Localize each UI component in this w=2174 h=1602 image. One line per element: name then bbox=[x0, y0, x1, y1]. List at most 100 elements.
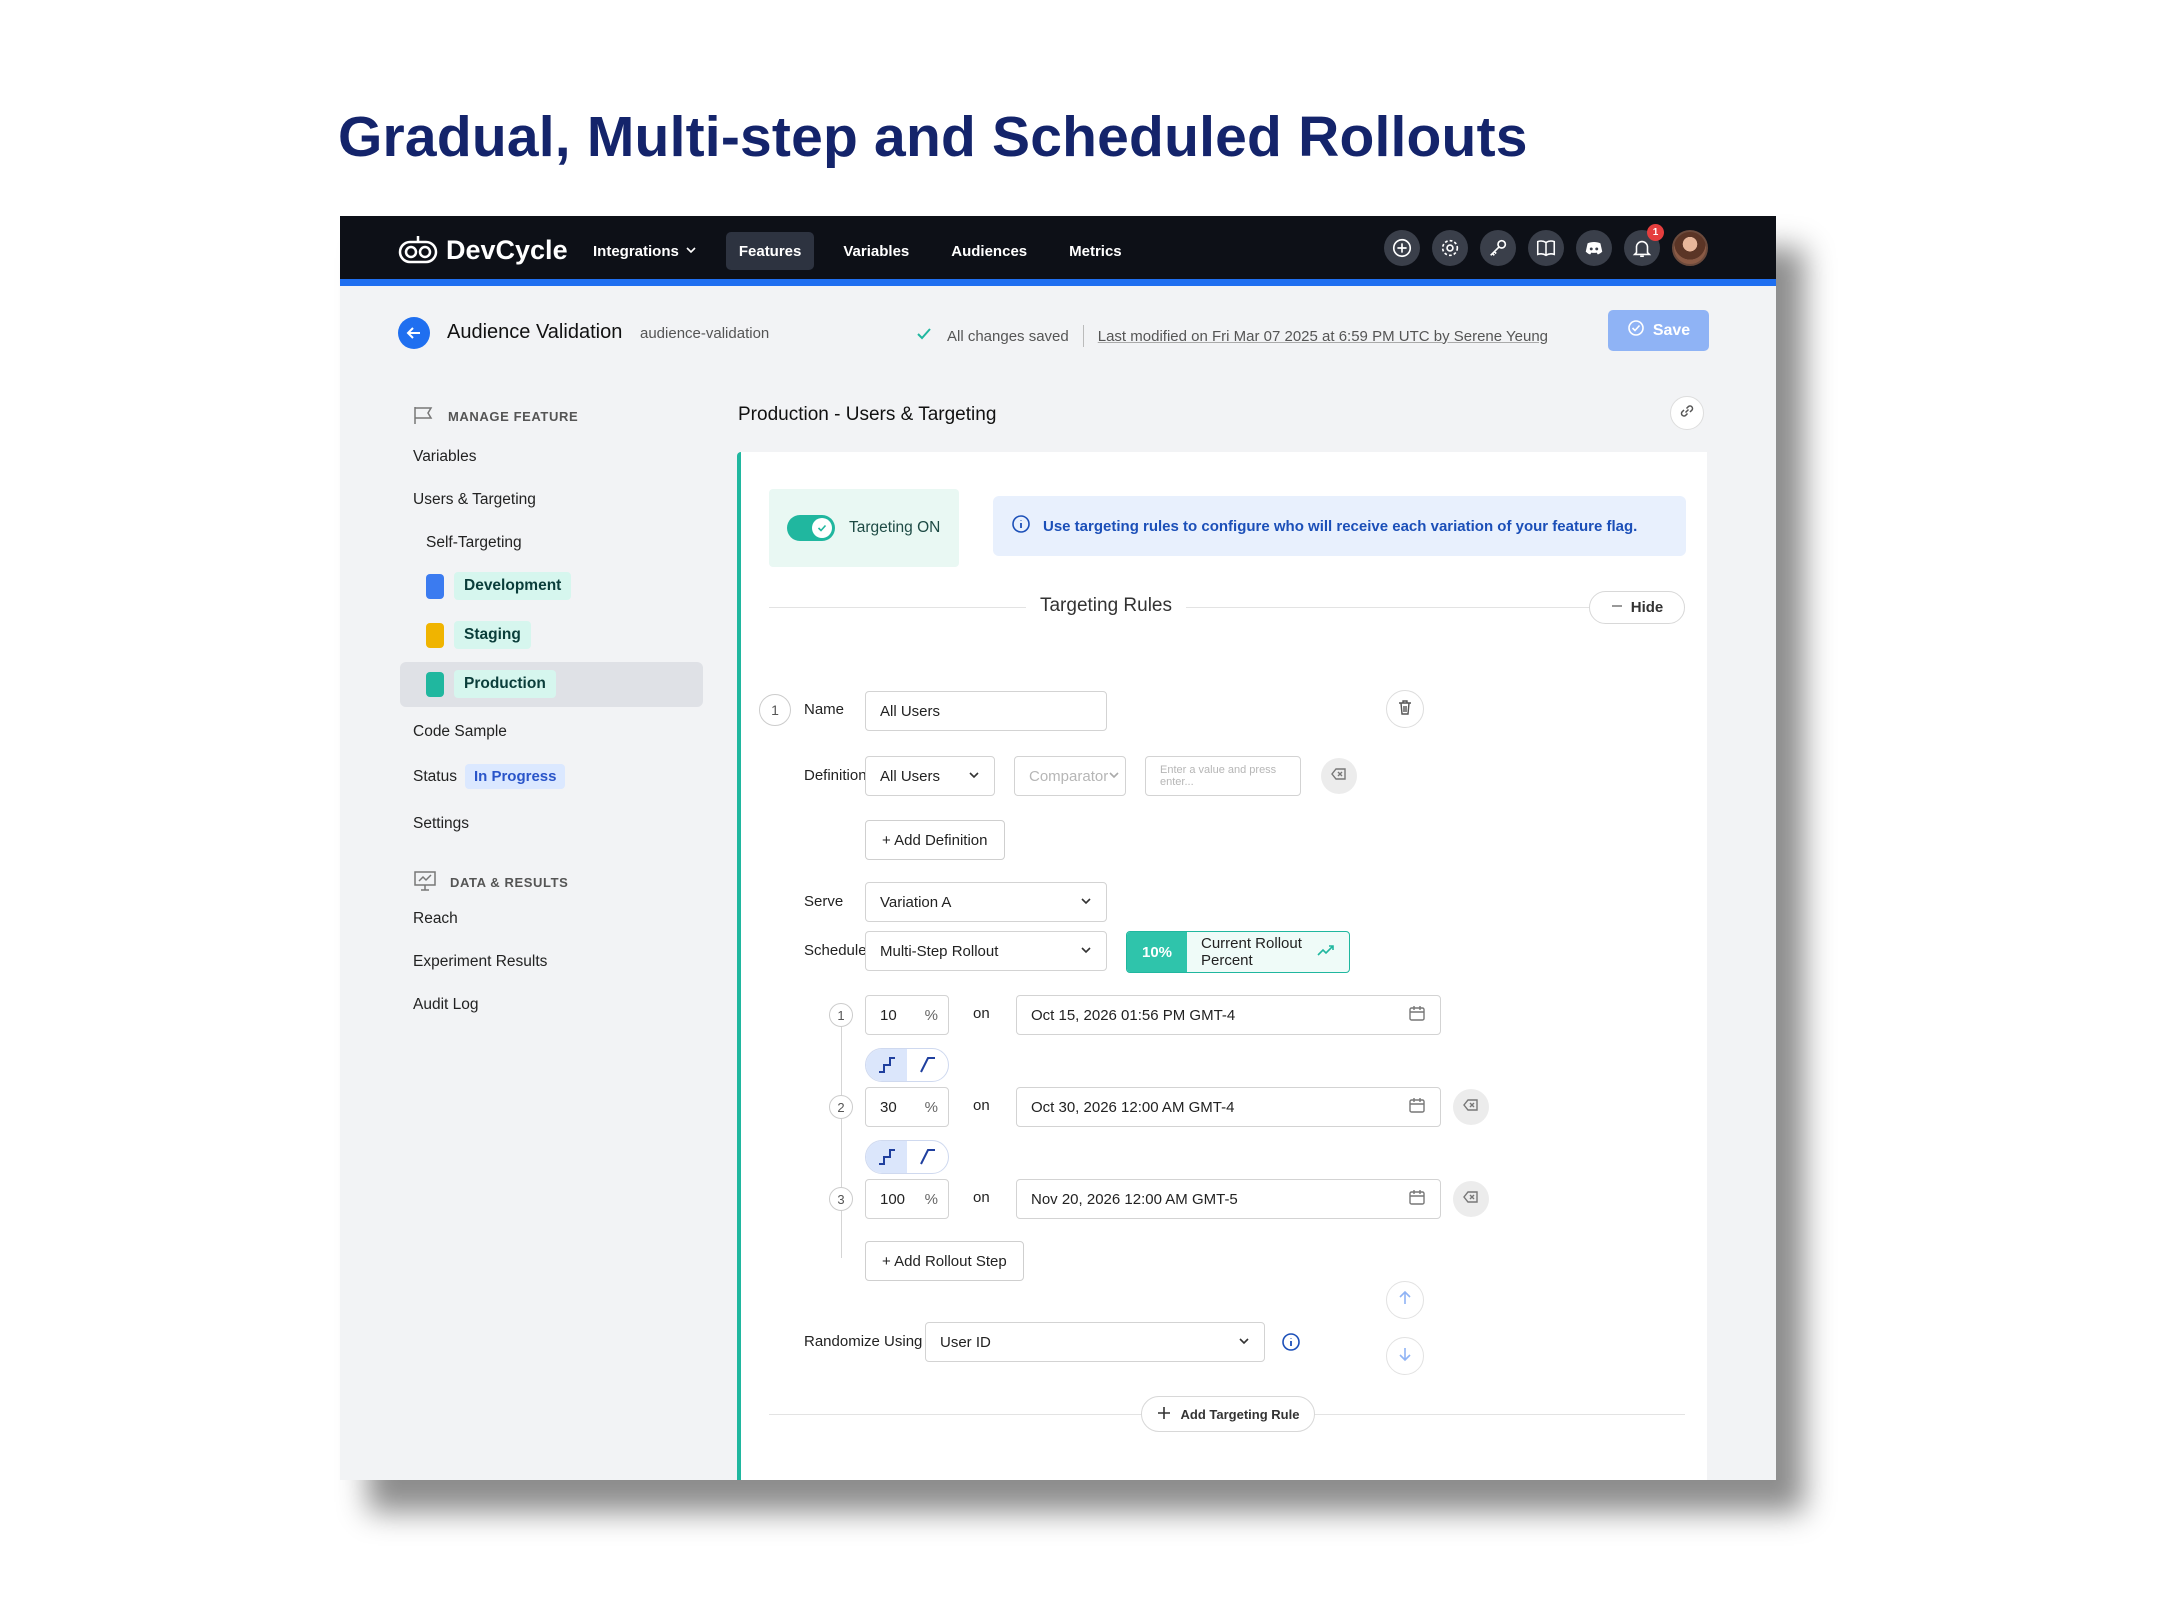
step-percent-value: 30 bbox=[880, 1098, 897, 1116]
plus-icon bbox=[1157, 1406, 1171, 1423]
remove-step-button[interactable] bbox=[1453, 1089, 1489, 1125]
plus-circle-icon[interactable] bbox=[1384, 230, 1420, 266]
step-transition-toggle[interactable] bbox=[865, 1048, 949, 1082]
targeting-rules-heading-text: Targeting Rules bbox=[1025, 595, 1187, 616]
current-rollout-percent: 10% Current Rollout Percent bbox=[1126, 931, 1350, 973]
linear-transition-icon[interactable] bbox=[907, 1049, 948, 1081]
randomize-using-select[interactable]: User ID bbox=[925, 1322, 1265, 1362]
discord-icon[interactable] bbox=[1576, 230, 1612, 266]
nav-integrations-label: Integrations bbox=[593, 242, 679, 260]
sidebar-item-experiment-results[interactable]: Experiment Results bbox=[413, 953, 547, 971]
move-rule-up-button[interactable] bbox=[1386, 1281, 1424, 1319]
sidebar-item-staging[interactable]: Staging bbox=[426, 621, 531, 649]
sidebar-item-users-targeting[interactable]: Users & Targeting bbox=[413, 491, 536, 509]
nav-metrics[interactable]: Metrics bbox=[1056, 232, 1135, 270]
sidebar-item-production[interactable]: Production bbox=[426, 670, 556, 698]
top-icons: 1 bbox=[1384, 224, 1708, 266]
clear-definition-button[interactable] bbox=[1321, 758, 1357, 794]
feature-key: audience-validation bbox=[640, 325, 770, 342]
sidebar-item-reach[interactable]: Reach bbox=[413, 910, 458, 928]
sidebar-item-self-targeting[interactable]: Self-Targeting bbox=[426, 534, 522, 552]
gear-icon[interactable] bbox=[1432, 230, 1468, 266]
targeting-toggle[interactable] bbox=[787, 515, 835, 541]
serve-select[interactable]: Variation A bbox=[865, 882, 1107, 922]
flag-icon bbox=[412, 405, 436, 428]
step-date-input[interactable]: Nov 20, 2026 12:00 AM GMT-5 bbox=[1016, 1179, 1441, 1219]
remove-step-button[interactable] bbox=[1453, 1181, 1489, 1217]
back-button[interactable] bbox=[398, 317, 430, 349]
rule-number: 1 bbox=[759, 694, 791, 726]
step-percent-input[interactable]: 100% bbox=[865, 1179, 949, 1219]
backspace-icon bbox=[1462, 1096, 1480, 1119]
calendar-icon bbox=[1408, 1096, 1426, 1118]
percent-unit: % bbox=[924, 1098, 938, 1116]
nav-audiences[interactable]: Audiences bbox=[938, 232, 1040, 270]
sidebar-item-audit-log[interactable]: Audit Log bbox=[413, 996, 479, 1014]
devcycle-logo[interactable]: DevCycle bbox=[398, 234, 568, 266]
rule-name-input[interactable]: All Users bbox=[865, 691, 1107, 731]
copy-link-button[interactable] bbox=[1670, 396, 1704, 430]
sidebar-item-development[interactable]: Development bbox=[426, 572, 572, 600]
step-transition-toggle[interactable] bbox=[865, 1140, 949, 1174]
staging-color-swatch bbox=[426, 622, 444, 648]
step-date-value: Nov 20, 2026 12:00 AM GMT-5 bbox=[1031, 1190, 1238, 1208]
move-rule-down-button[interactable] bbox=[1386, 1337, 1424, 1375]
sidebar-item-status[interactable]: Status In Progress bbox=[413, 764, 566, 789]
add-targeting-rule-label: Add Targeting Rule bbox=[1180, 1406, 1300, 1422]
link-icon bbox=[1678, 402, 1696, 425]
step-percent-input[interactable]: 10% bbox=[865, 995, 949, 1035]
avatar[interactable] bbox=[1672, 230, 1708, 266]
check-circle-icon bbox=[1627, 319, 1645, 342]
step-transition-icon[interactable] bbox=[866, 1049, 907, 1081]
chevron-down-icon bbox=[968, 768, 980, 785]
nav-integrations[interactable]: Integrations bbox=[580, 232, 710, 270]
comparator-select[interactable]: Comparator bbox=[1014, 756, 1126, 796]
manage-feature-label: MANAGE FEATURE bbox=[448, 408, 579, 424]
add-targeting-rule-button[interactable]: Add Targeting Rule bbox=[1141, 1396, 1315, 1432]
add-definition-button[interactable]: + Add Definition bbox=[865, 820, 1005, 860]
step-on-label: on bbox=[973, 1189, 990, 1206]
presentation-chart-icon bbox=[412, 869, 438, 896]
step-percent-input[interactable]: 30% bbox=[865, 1087, 949, 1127]
sidebar-item-variables[interactable]: Variables bbox=[413, 448, 476, 466]
page-title: Production - Users & Targeting bbox=[738, 404, 997, 425]
check-icon bbox=[915, 325, 933, 347]
delete-rule-button[interactable] bbox=[1386, 690, 1424, 728]
randomize-using-label: Randomize Using bbox=[804, 1333, 923, 1350]
devcycle-logo-icon bbox=[398, 236, 438, 264]
step-number: 1 bbox=[829, 1003, 853, 1027]
schedule-select-value: Multi-Step Rollout bbox=[880, 942, 999, 960]
step-date-input[interactable]: Oct 15, 2026 01:56 PM GMT-4 bbox=[1016, 995, 1441, 1035]
nav-variables[interactable]: Variables bbox=[830, 232, 922, 270]
info-icon[interactable] bbox=[1281, 1332, 1301, 1357]
step-number: 3 bbox=[829, 1187, 853, 1211]
key-icon[interactable] bbox=[1480, 230, 1516, 266]
percent-unit: % bbox=[924, 1006, 938, 1024]
step-transition-icon[interactable] bbox=[866, 1141, 907, 1173]
sidebar-item-settings[interactable]: Settings bbox=[413, 815, 469, 833]
sidebar-item-code-sample[interactable]: Code Sample bbox=[413, 723, 507, 741]
bell-icon[interactable]: 1 bbox=[1624, 224, 1664, 266]
targeting-toggle-label: Targeting ON bbox=[849, 519, 941, 536]
nav-features[interactable]: Features bbox=[725, 232, 815, 270]
definition-select[interactable]: All Users bbox=[865, 756, 995, 796]
schedule-select[interactable]: Multi-Step Rollout bbox=[865, 931, 1107, 971]
linear-transition-icon[interactable] bbox=[907, 1141, 948, 1173]
save-button[interactable]: Save bbox=[1608, 310, 1709, 351]
slide-title: Gradual, Multi-step and Scheduled Rollou… bbox=[338, 105, 1528, 169]
info-icon bbox=[1011, 514, 1031, 538]
trending-up-icon bbox=[1317, 943, 1349, 962]
manage-feature-heading: MANAGE FEATURE bbox=[400, 404, 578, 428]
step-on-label: on bbox=[973, 1005, 990, 1022]
slide: Gradual, Multi-step and Scheduled Rollou… bbox=[0, 0, 2174, 1602]
step-percent-value: 10 bbox=[880, 1006, 897, 1024]
last-modified-link[interactable]: Last modified on Fri Mar 07 2025 at 6:59… bbox=[1098, 328, 1548, 345]
definition-value-input[interactable]: Enter a value and press enter... bbox=[1145, 756, 1301, 796]
development-label: Development bbox=[454, 572, 572, 600]
step-date-input[interactable]: Oct 30, 2026 12:00 AM GMT-4 bbox=[1016, 1087, 1441, 1127]
hide-button[interactable]: Hide bbox=[1589, 591, 1685, 624]
serve-label: Serve bbox=[804, 893, 844, 910]
add-rollout-step-button[interactable]: + Add Rollout Step bbox=[865, 1241, 1024, 1281]
production-label: Production bbox=[454, 670, 556, 698]
book-icon[interactable] bbox=[1528, 230, 1564, 266]
